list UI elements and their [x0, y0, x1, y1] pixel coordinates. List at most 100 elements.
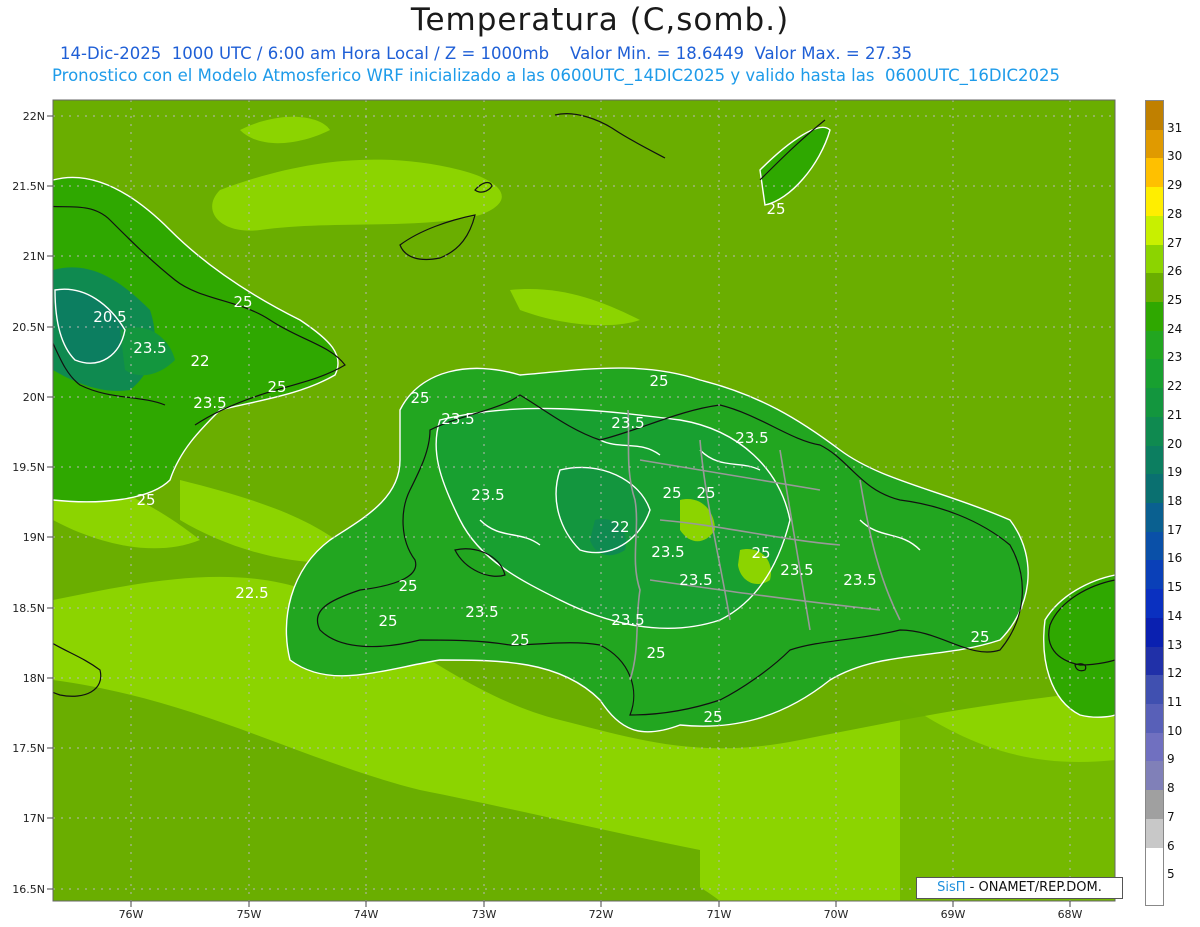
colorbar-label: 21	[1167, 407, 1183, 422]
lat-tick-label: 17.5N	[12, 742, 45, 755]
longitude-axis: 76W 75W 74W 73W 72W 71W 70W 69W 68W	[119, 901, 1083, 921]
contour-value-label: 23.5	[780, 561, 813, 579]
colorbar-label: 29	[1167, 178, 1183, 193]
colorbar-label: 15	[1167, 580, 1183, 595]
contour-value-label: 23.5	[735, 429, 768, 447]
contour-value-label: 22.5	[235, 584, 268, 602]
lat-tick-label: 20.5N	[12, 321, 45, 334]
contour-value-label: 23.5	[611, 611, 644, 629]
colorbar-swatch	[1146, 646, 1163, 677]
lon-tick-label: 73W	[472, 908, 497, 921]
contour-value-label: 20.5	[93, 308, 126, 326]
contour-value-label: 23.5	[611, 414, 644, 432]
lat-tick-label: 17N	[23, 812, 45, 825]
contour-value-label: 25	[703, 708, 722, 726]
contour-value-label: 25	[696, 484, 715, 502]
colorbar-label: 20	[1167, 436, 1183, 451]
colorbar-label: 13	[1167, 637, 1183, 652]
contour-value-label: 25	[751, 544, 770, 562]
credit-brand: SisΠ	[937, 880, 966, 895]
colorbar-label: 17	[1167, 522, 1183, 537]
lon-tick-label: 74W	[354, 908, 379, 921]
contour-value-label: 25	[662, 484, 681, 502]
contour-value-label: 25	[378, 612, 397, 630]
lon-tick-label: 70W	[824, 908, 849, 921]
contour-value-label: 23.5	[193, 394, 226, 412]
colorbar-swatch	[1146, 187, 1163, 217]
credit-text: - ONAMET/REP.DOM.	[965, 880, 1102, 895]
colorbar-swatch	[1146, 244, 1163, 275]
colorbar-swatch	[1146, 445, 1163, 476]
colorbar-label: 23	[1167, 350, 1183, 365]
contour-value-label: 23.5	[471, 486, 504, 504]
lat-tick-label: 22N	[23, 110, 45, 123]
contour-value-label: 25	[267, 378, 286, 396]
lat-tick-label: 21N	[23, 250, 45, 263]
latitude-axis: 22N 21.5N 21N 20.5N 20N 19.5N 19N 18.5N 18N 17.5N…	[12, 110, 53, 896]
contour-value-label: 23.5	[651, 543, 684, 561]
colorbar-swatch	[1146, 617, 1163, 648]
colorbar-label: 11	[1167, 695, 1183, 709]
colorbar-swatch	[1146, 101, 1163, 131]
colorbar-label: 24	[1167, 321, 1183, 336]
contour-value-label: 23.5	[441, 410, 474, 428]
lon-tick-label: 75W	[237, 908, 262, 921]
colorbar-swatch	[1146, 388, 1163, 418]
colorbar-label: 6	[1167, 838, 1175, 853]
colorbar-swatch	[1146, 330, 1163, 361]
colorbar-label: 22	[1167, 379, 1183, 394]
contour-value-label: 25	[410, 389, 429, 407]
contour-value-label: 25	[646, 644, 665, 662]
contour-value-label: 25	[136, 491, 155, 509]
colorbar-swatch	[1146, 273, 1163, 303]
colorbar	[1145, 100, 1164, 906]
lat-tick-label: 19N	[23, 531, 45, 544]
temperature-map: 22N 21.5N 21N 20.5N 20N 19.5N 19N 18.5N 18N 17.5N…	[12, 99, 1116, 921]
colorbar-swatch	[1146, 790, 1163, 820]
contour-value-label: 25	[970, 628, 989, 646]
colorbar-label: 8	[1167, 781, 1175, 796]
contour-value-label: 22	[610, 518, 629, 536]
contour-value-label: 25	[398, 577, 417, 595]
colorbar-swatch	[1146, 732, 1163, 763]
lat-tick-label: 21.5N	[12, 180, 45, 193]
lat-tick-label: 20N	[23, 391, 45, 404]
colorbar-label: 5	[1167, 867, 1175, 882]
colorbar-swatch	[1146, 560, 1163, 591]
colorbar-label: 14	[1167, 608, 1183, 623]
colorbar-label: 26	[1167, 264, 1183, 279]
colorbar-label: 27	[1167, 235, 1183, 250]
lon-tick-label: 69W	[941, 908, 966, 921]
lat-tick-label: 18.5N	[12, 602, 45, 615]
colorbar-swatch	[1146, 416, 1163, 447]
lon-tick-label: 76W	[119, 908, 144, 921]
contour-value-label: 25	[766, 200, 785, 218]
colorbar-label: 7	[1167, 809, 1175, 824]
shaded-field	[53, 100, 1115, 901]
contour-value-label: 23.5	[843, 571, 876, 589]
colorbar-swatch	[1146, 847, 1163, 878]
contour-value-label: 23.5	[133, 339, 166, 357]
colorbar-label: 28	[1167, 206, 1183, 221]
contour-value-label: 23.5	[465, 603, 498, 621]
colorbar-label: 19	[1167, 465, 1183, 480]
contour-value-label: 25	[649, 372, 668, 390]
colorbar-swatch	[1146, 359, 1163, 390]
lon-tick-label: 71W	[707, 908, 732, 921]
lat-tick-label: 19.5N	[12, 461, 45, 474]
contour-value-label: 25	[233, 293, 252, 311]
colorbar-swatch	[1146, 474, 1163, 504]
colorbar-label: 18	[1167, 494, 1183, 508]
colorbar-swatch	[1146, 302, 1163, 332]
colorbar-swatch	[1146, 215, 1163, 246]
contour-value-label: 23.5	[679, 571, 712, 589]
colorbar-swatch	[1146, 158, 1163, 189]
contour-value-label: 25	[510, 631, 529, 649]
colorbar-swatch	[1146, 818, 1163, 849]
colorbar-swatch	[1146, 761, 1163, 792]
colorbar-label: 12	[1167, 666, 1183, 681]
colorbar-label: 30	[1167, 149, 1183, 164]
colorbar-swatch	[1146, 503, 1163, 533]
colorbar-swatch	[1146, 531, 1163, 562]
lon-tick-label: 68W	[1058, 908, 1083, 921]
